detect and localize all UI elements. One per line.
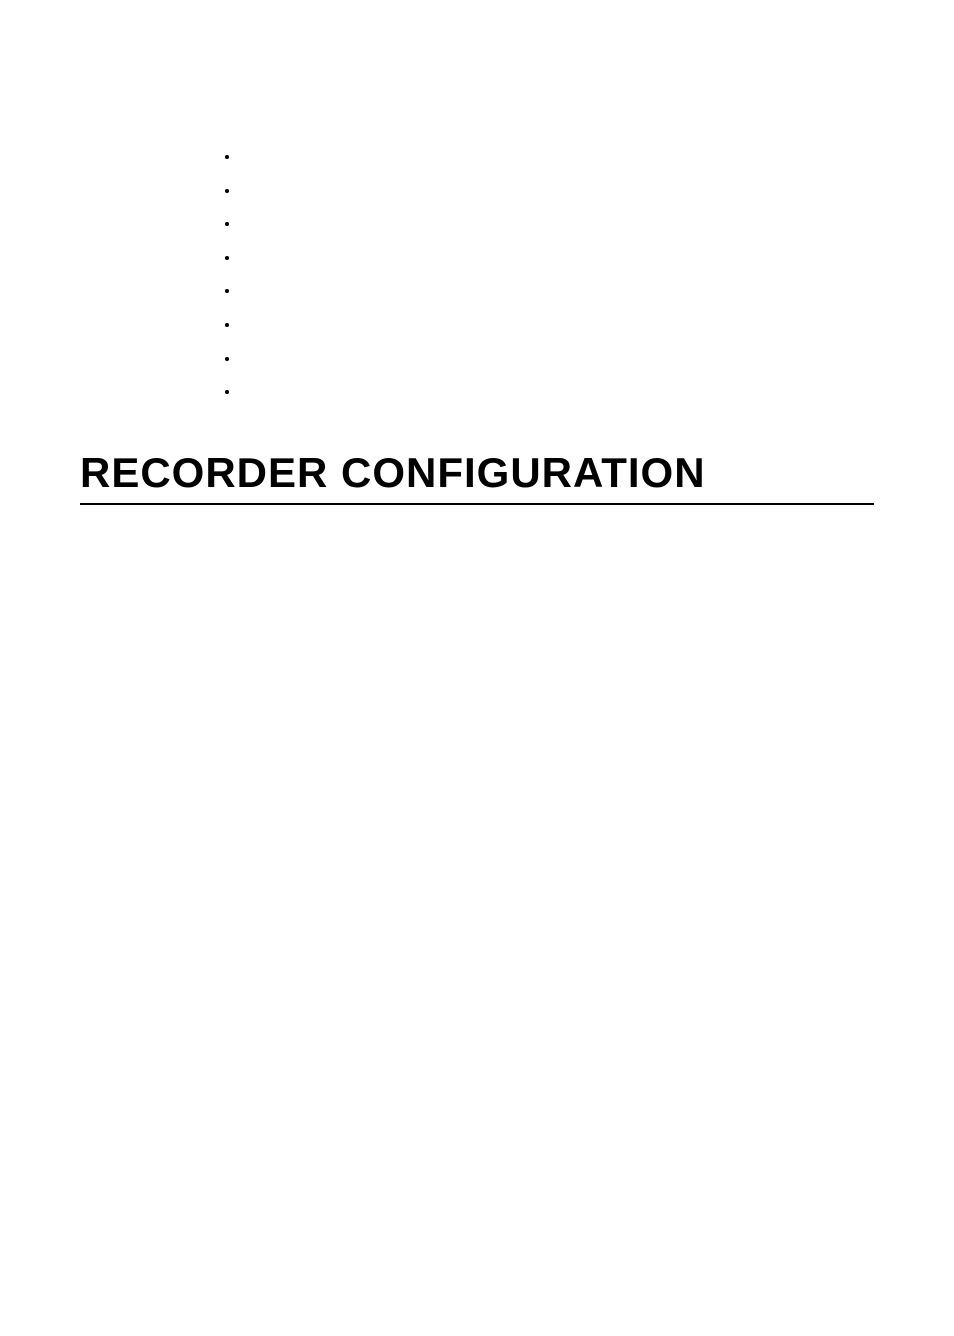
list-item [240, 308, 874, 342]
list-item [240, 375, 874, 409]
bullet-list [240, 140, 874, 409]
section-heading: RECORDER CONFIGURATION [80, 449, 874, 505]
list-item [240, 241, 874, 275]
list-item [240, 140, 874, 174]
list-item [240, 342, 874, 376]
list-item [240, 274, 874, 308]
list-item [240, 207, 874, 241]
list-item [240, 174, 874, 208]
